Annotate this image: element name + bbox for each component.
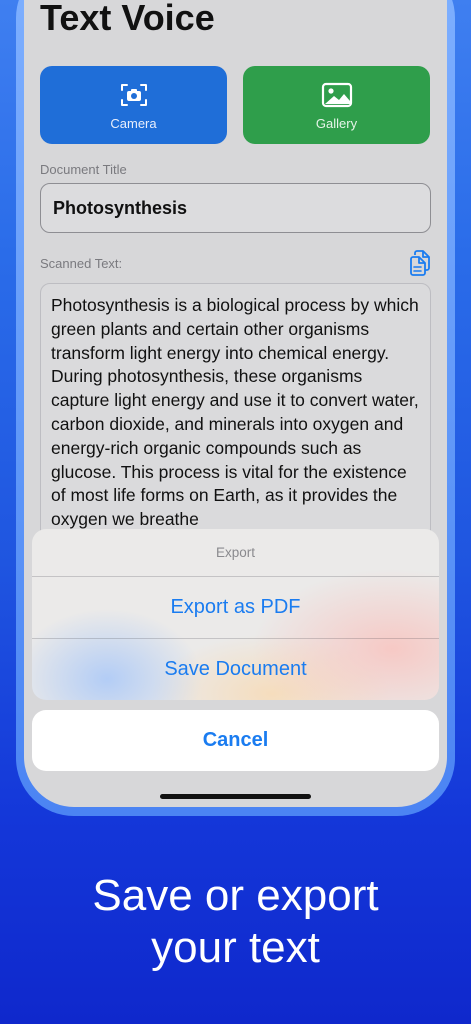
scanned-text-content: Photosynthesis is a biological process b… — [51, 295, 419, 530]
copy-button[interactable] — [408, 250, 432, 276]
copy-icon — [408, 250, 432, 280]
cancel-button[interactable]: Cancel — [32, 710, 439, 771]
camera-icon — [120, 82, 148, 113]
scanned-text-label: Scanned Text: — [40, 256, 123, 271]
export-action-sheet: Export Export as PDF Save Document — [32, 529, 439, 700]
camera-button[interactable]: Camera — [40, 66, 227, 144]
app-title: Text Voice — [40, 0, 215, 38]
gallery-button[interactable]: Gallery — [243, 66, 430, 144]
save-document-option[interactable]: Save Document — [32, 639, 439, 700]
document-title-label: Document Title — [40, 162, 127, 177]
gallery-button-label: Gallery — [315, 116, 358, 131]
camera-button-label: Camera — [110, 116, 157, 131]
export-pdf-option[interactable]: Export as PDF — [32, 577, 439, 638]
promo-caption-line-2: your text — [151, 923, 320, 972]
app-screen: Text Voice Camera Gallery Document Title… — [24, 0, 447, 807]
document-title-field[interactable] — [40, 183, 431, 233]
photo-icon — [321, 82, 353, 113]
home-indicator — [160, 794, 311, 799]
action-sheet-title: Export — [215, 545, 256, 560]
promo-caption-line-1: Save or export — [92, 871, 379, 920]
